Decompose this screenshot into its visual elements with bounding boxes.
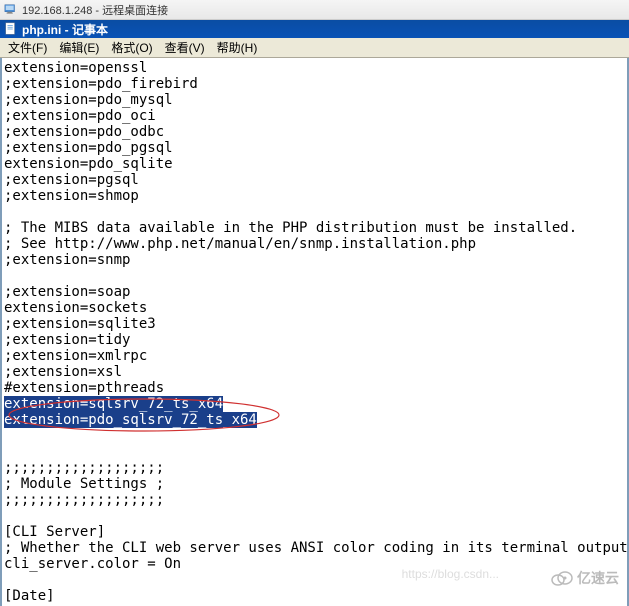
highlighted-line-1: extension=sqlsrv_72_ts_x64 — [4, 396, 223, 412]
highlighted-line-2: extension=pdo_sqlsrv_72_ts_x64 — [4, 412, 257, 428]
rdp-titlebar: 192.168.1.248 - 远程桌面连接 — [0, 0, 629, 20]
menu-view[interactable]: 查看(V) — [159, 37, 211, 58]
rdp-title-text: 192.168.1.248 - 远程桌面连接 — [22, 2, 168, 18]
editor-content[interactable]: extension=openssl ;extension=pdo_firebir… — [0, 58, 629, 606]
menu-edit[interactable]: 编辑(E) — [53, 37, 105, 58]
menu-format[interactable]: 格式(O) — [105, 37, 158, 58]
menu-file[interactable]: 文件(F) — [2, 37, 53, 58]
content-after: ;;;;;;;;;;;;;;;;;;; ; Module Settings ; … — [4, 428, 625, 604]
notepad-titlebar: php.ini - 记事本 — [0, 20, 629, 38]
menu-help[interactable]: 帮助(H) — [211, 37, 264, 58]
notepad-title-text: php.ini - 记事本 — [22, 21, 108, 38]
menubar: 文件(F) 编辑(E) 格式(O) 查看(V) 帮助(H) — [0, 38, 629, 58]
notepad-icon — [4, 22, 18, 36]
content-before: extension=openssl ;extension=pdo_firebir… — [4, 60, 625, 396]
rdp-icon — [4, 3, 18, 17]
